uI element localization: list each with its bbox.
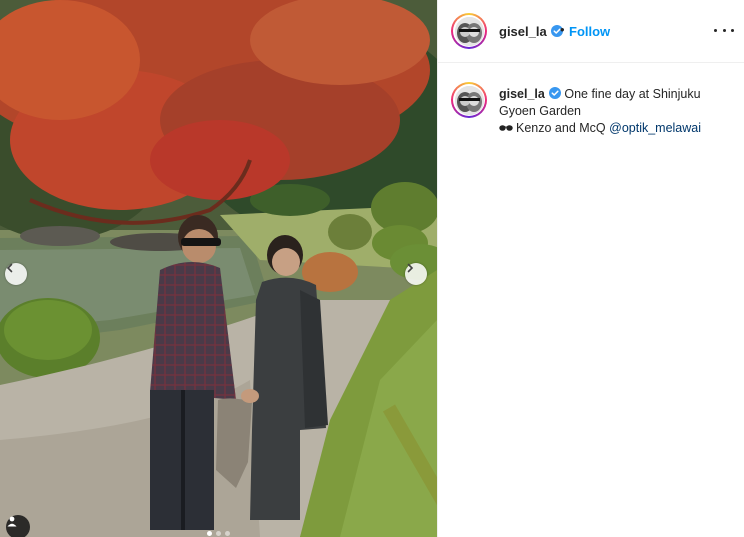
caption-line-3: Kenzo and McQ bbox=[516, 121, 606, 135]
sunglasses-emoji-icon bbox=[499, 125, 513, 131]
caption-line-1: One fine day at Shinjuku bbox=[564, 87, 701, 101]
carousel-dot bbox=[207, 531, 212, 536]
verified-badge-icon bbox=[548, 87, 561, 99]
user-tag-icon bbox=[7, 516, 17, 527]
chevron-left-icon bbox=[6, 263, 13, 273]
separator-dot: • bbox=[560, 22, 565, 37]
more-options-icon bbox=[714, 28, 717, 32]
more-options-button[interactable] bbox=[714, 22, 734, 38]
mention-link[interactable]: @optik_melawai bbox=[609, 121, 701, 135]
avatar-photo bbox=[454, 16, 484, 46]
follow-button[interactable]: Follow bbox=[569, 24, 610, 39]
username-text: gisel_la bbox=[499, 24, 547, 39]
caption-username: gisel_la bbox=[499, 87, 545, 101]
carousel-next-button[interactable] bbox=[405, 263, 427, 285]
post-sidebar: gisel_la • Follow gisel_la One fine day … bbox=[437, 0, 744, 537]
instagram-post: gisel_la • Follow gisel_la One fine day … bbox=[0, 0, 744, 537]
caption-avatar[interactable] bbox=[451, 82, 487, 118]
carousel-previous-button[interactable] bbox=[5, 263, 27, 285]
chevron-right-icon bbox=[407, 263, 414, 273]
garden-couple-photo bbox=[0, 0, 437, 537]
carousel-indicator bbox=[0, 531, 437, 536]
caption-text: gisel_la One fine day at Shinjuku Gyoen … bbox=[499, 86, 735, 137]
carousel-dot bbox=[216, 531, 221, 536]
caption-username-link[interactable]: gisel_la bbox=[499, 87, 561, 101]
post-photo[interactable] bbox=[0, 0, 437, 537]
avatar-photo bbox=[454, 85, 484, 115]
username-link[interactable]: gisel_la bbox=[499, 24, 563, 39]
caption-line-2: Gyoen Garden bbox=[499, 104, 581, 118]
carousel-dot bbox=[225, 531, 230, 536]
avatar[interactable] bbox=[451, 13, 487, 49]
post-header: gisel_la • Follow bbox=[438, 0, 744, 63]
